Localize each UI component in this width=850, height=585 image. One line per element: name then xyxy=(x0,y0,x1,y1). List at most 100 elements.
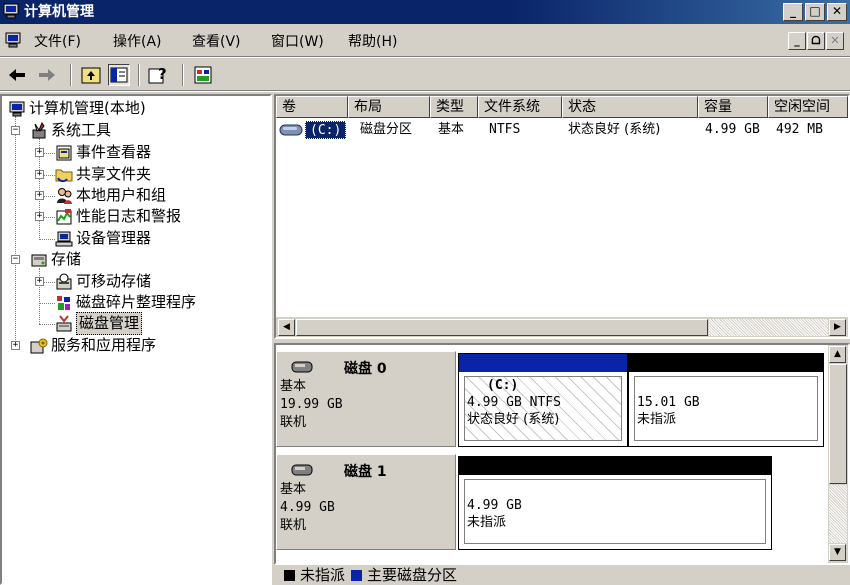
partition-status: 状态良好 (系统) xyxy=(467,412,560,427)
scroll-down-button[interactable]: ▼ xyxy=(829,544,846,561)
up-folder-icon[interactable] xyxy=(80,64,102,86)
console-tree: 计算机管理(本地) − 系统工具 + 事件查看器 + 共享文件夹 + 本地用户和… xyxy=(0,94,272,585)
partition-label: (C:) xyxy=(487,378,519,393)
disk-name: 磁盘 1 xyxy=(344,464,387,480)
forward-arrow-icon[interactable] xyxy=(36,64,58,86)
tree-item-system-tools[interactable]: 系统工具 xyxy=(30,120,111,141)
column-header-status[interactable]: 状态 xyxy=(562,96,698,118)
maximize-button[interactable]: □ xyxy=(805,3,825,21)
tree-item-label: 设备管理器 xyxy=(76,229,152,247)
expand-toggle[interactable]: + xyxy=(35,170,44,179)
device-manager-icon xyxy=(55,231,73,246)
volume-free-space: 492 MB xyxy=(776,122,823,137)
tree-item-label: 本地用户和组 xyxy=(76,186,167,204)
column-header-layout[interactable]: 布局 xyxy=(348,96,430,118)
expand-toggle[interactable]: + xyxy=(35,212,44,221)
menu-action[interactable]: 操作(A) xyxy=(113,33,162,51)
tree-item-label: 计算机管理(本地) xyxy=(29,99,146,117)
vertical-scrollbar[interactable]: ▲ ▼ xyxy=(828,345,848,563)
disk-management-icon xyxy=(56,314,72,331)
partition-unallocated[interactable]: 15.01 GB 未指派 xyxy=(628,353,824,447)
menu-bar: 文件(F) 操作(A) 查看(V) 窗口(W) 帮助(H) _ ᗝ ✕ xyxy=(0,26,850,56)
system-menu-icon[interactable] xyxy=(5,32,21,48)
toolbar-separator xyxy=(70,64,72,86)
volume-layout: 磁盘分区 xyxy=(360,122,413,137)
child-minimize-button[interactable]: _ xyxy=(788,32,806,50)
expand-toggle[interactable]: + xyxy=(11,341,20,350)
column-header-volume[interactable]: 卷 xyxy=(276,96,348,118)
column-header-capacity[interactable]: 容量 xyxy=(698,96,768,118)
partition-size: 4.99 GB xyxy=(467,498,522,513)
tree-item-label: 可移动存储 xyxy=(76,272,152,290)
collapse-toggle[interactable]: − xyxy=(11,255,20,264)
partition-c[interactable]: (C:) 4.99 GB NTFS 状态良好 (系统) xyxy=(458,353,628,447)
scroll-thumb[interactable] xyxy=(296,319,708,336)
tree-item-event-viewer[interactable]: 事件查看器 xyxy=(55,142,151,163)
partition-body: 15.01 GB 未指派 xyxy=(634,376,818,441)
minimize-button[interactable]: _ xyxy=(783,3,803,21)
tree-item-services-apps[interactable]: 服务和应用程序 xyxy=(30,335,156,356)
back-arrow-icon[interactable] xyxy=(6,64,28,86)
disk-icon xyxy=(291,464,313,476)
partition-bar xyxy=(459,457,771,475)
tree-item-shared-folders[interactable]: 共享文件夹 xyxy=(55,164,151,185)
tree-item-performance-logs[interactable]: 性能日志和警报 xyxy=(55,206,181,227)
horizontal-scrollbar[interactable]: ◀ ▶ xyxy=(276,317,848,337)
tree-item-label: 服务和应用程序 xyxy=(51,336,157,354)
storage-icon xyxy=(31,254,47,266)
partition-body: 4.99 GB 未指派 xyxy=(464,479,766,544)
scroll-track[interactable] xyxy=(829,485,847,543)
scroll-thumb[interactable] xyxy=(829,364,847,484)
disk-size: 4.99 GB xyxy=(280,500,335,515)
expand-toggle[interactable]: + xyxy=(35,148,44,157)
scroll-up-button[interactable]: ▲ xyxy=(829,346,846,363)
disk-type: 基本 xyxy=(280,379,307,394)
removable-storage-icon xyxy=(56,273,72,289)
show-hide-tree-icon[interactable] xyxy=(108,64,130,86)
volume-capacity: 4.99 GB xyxy=(705,122,760,137)
scroll-right-button[interactable]: ▶ xyxy=(829,319,846,336)
tree-line xyxy=(43,217,55,218)
menu-help[interactable]: 帮助(H) xyxy=(348,33,397,51)
tree-item-label: 磁盘管理 xyxy=(76,312,143,335)
disk-state: 联机 xyxy=(280,518,307,533)
scroll-track[interactable] xyxy=(709,319,828,336)
menu-view[interactable]: 查看(V) xyxy=(192,33,241,51)
tree-line xyxy=(39,303,55,304)
tree-line xyxy=(43,175,55,176)
column-header-free-space[interactable]: 空闲空间 xyxy=(768,96,848,118)
menu-file[interactable]: 文件(F) xyxy=(34,33,81,51)
tree-item-disk-management[interactable]: 磁盘管理 xyxy=(55,312,143,335)
tree-item-device-manager[interactable]: 设备管理器 xyxy=(55,228,151,249)
collapse-toggle[interactable]: − xyxy=(11,126,20,135)
tree-item-label: 共享文件夹 xyxy=(76,165,152,183)
tree-item-storage[interactable]: 存储 xyxy=(30,249,81,270)
menu-window[interactable]: 窗口(W) xyxy=(271,33,324,51)
tree-item-defragmenter[interactable]: 磁盘碎片整理程序 xyxy=(55,292,196,313)
partition-status: 未指派 xyxy=(467,515,507,530)
close-button[interactable]: ✕ xyxy=(827,3,847,21)
column-header-filesystem[interactable]: 文件系统 xyxy=(478,96,562,118)
tree-item-root[interactable]: 计算机管理(本地) xyxy=(8,98,146,119)
tree-item-removable-storage[interactable]: 可移动存储 xyxy=(55,271,151,292)
child-close-button[interactable]: ✕ xyxy=(826,32,844,50)
properties-icon[interactable] xyxy=(192,64,214,86)
column-header-type[interactable]: 类型 xyxy=(430,96,478,118)
scroll-left-button[interactable]: ◀ xyxy=(278,319,295,336)
services-icon xyxy=(30,338,48,353)
disk-0-info[interactable]: 磁盘 0 基本 19.99 GB 联机 xyxy=(276,351,456,447)
disk-1-info[interactable]: 磁盘 1 基本 4.99 GB 联机 xyxy=(276,454,456,550)
help-icon[interactable]: ? xyxy=(148,64,170,86)
partition-unallocated[interactable]: 4.99 GB 未指派 xyxy=(458,456,772,550)
partition-size: 4.99 GB NTFS xyxy=(467,395,561,410)
defrag-icon xyxy=(57,295,70,310)
legend-swatch-unallocated xyxy=(284,569,295,581)
expand-toggle[interactable]: + xyxy=(35,277,44,286)
child-restore-button[interactable]: ᗝ xyxy=(807,32,825,50)
expand-toggle[interactable]: + xyxy=(35,191,44,200)
toolbar-separator xyxy=(138,64,140,86)
volume-disk-icon xyxy=(279,124,303,136)
tree-item-local-users[interactable]: 本地用户和组 xyxy=(55,185,166,206)
toolbar-separator-line xyxy=(0,90,850,92)
tree-item-label: 系统工具 xyxy=(51,121,112,139)
